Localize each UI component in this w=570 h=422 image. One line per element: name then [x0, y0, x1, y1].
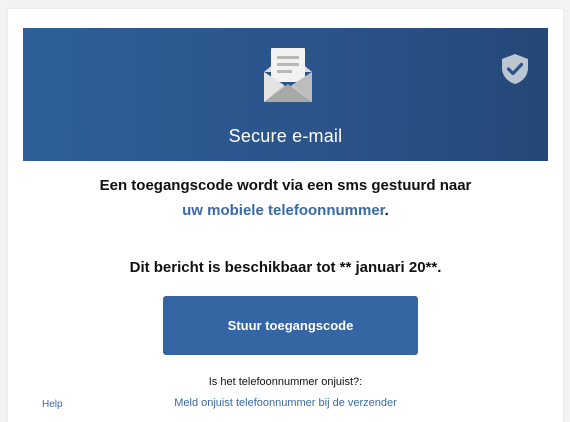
phone-number-link[interactable]: uw mobiele telefoonnummer [182, 202, 385, 219]
phone-number-line: uw mobiele telefoonnummer. [23, 202, 548, 219]
availability-text: Dit bericht is beschikbaar tot ** januar… [129, 259, 442, 276]
send-access-code-button[interactable]: Stuur toegangscode [163, 296, 418, 355]
sms-info-text: Een toegangscode wordt via een sms gestu… [99, 177, 472, 194]
secure-mail-card: Secure e-mail Een toegangscode wordt via… [8, 9, 563, 422]
phone-number-suffix: . [384, 202, 389, 219]
report-wrong-number-link[interactable]: Meld onjuist telefoonnummer bij de verze… [23, 397, 548, 409]
header-banner: Secure e-mail [23, 28, 548, 161]
page-title: Secure e-mail [228, 126, 343, 146]
envelope-open-icon [264, 48, 312, 102]
shield-check-icon [502, 54, 528, 84]
phone-question-text: Is het telefoonnummer onjuist?: [208, 376, 363, 388]
